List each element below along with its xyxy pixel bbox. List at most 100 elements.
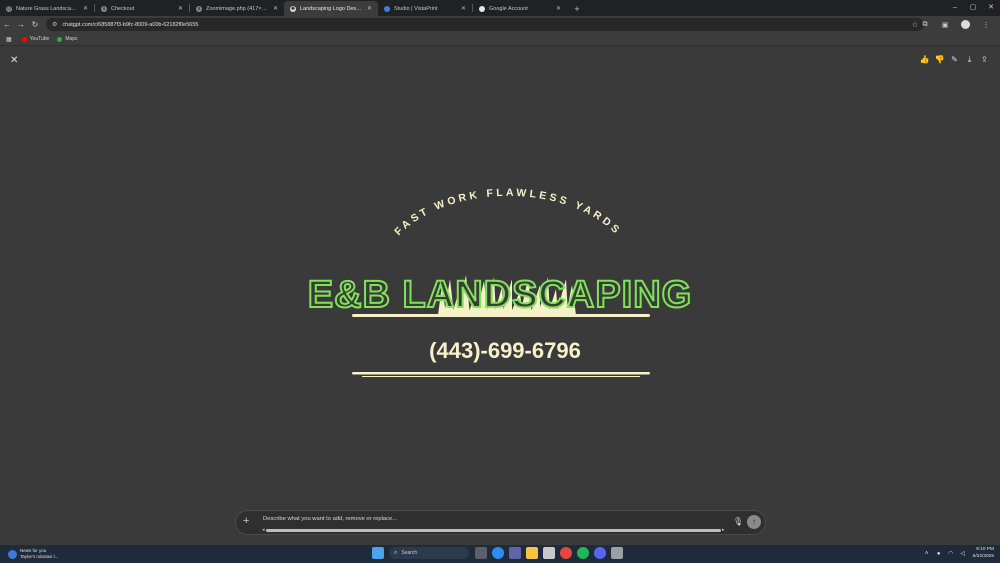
clock-date: 6/22/2025: [972, 553, 994, 559]
taskbar-apps: ⌕ Search: [372, 547, 628, 559]
download-icon[interactable]: ⤓: [962, 55, 977, 65]
taskbar-search[interactable]: ⌕ Search: [389, 547, 469, 559]
logo-phone-number: (443)-699-6796: [429, 338, 581, 363]
tab-vistaprint[interactable]: Studio | VistaPrint ✕: [378, 1, 472, 16]
news-widget[interactable]: News for you Taylor's robotaxi l...: [8, 548, 58, 560]
tab-title: Checkout: [111, 5, 135, 12]
bookmark-youtube[interactable]: YouTube: [21, 36, 50, 42]
tab-zoomimage[interactable]: a Zoomimage.php (417×471) ✕: [190, 1, 284, 16]
bookmark-maps[interactable]: Maps: [57, 36, 78, 42]
task-view-icon[interactable]: [475, 547, 487, 559]
app-icon[interactable]: [611, 547, 623, 559]
maximize-button[interactable]: ▢: [964, 0, 982, 16]
system-tray: ˄ ● ◠ ◁ 9:10 PM 6/22/2025: [921, 547, 994, 560]
generated-logo-image: FAST WORK FLAWLESS YARDS E&B LANDSCAPING…: [290, 187, 710, 377]
search-icon: ⌕: [394, 549, 398, 556]
spotify-icon[interactable]: [577, 547, 589, 559]
horizontal-scrollbar[interactable]: [266, 529, 721, 532]
news-icon: [8, 549, 17, 559]
tab-google-account[interactable]: Google Account ✕: [473, 1, 567, 16]
forward-button[interactable]: →: [14, 20, 28, 29]
logo-tagline: FAST WORK FLAWLESS YARDS: [392, 187, 623, 238]
window-controls: – ▢ ✕: [946, 0, 1000, 16]
reload-button[interactable]: ↻: [28, 20, 42, 29]
close-icon[interactable]: ✕: [178, 5, 183, 12]
url-text[interactable]: chatgpt.com/c/685887f3-b9fc-8009-a00b-62…: [62, 22, 911, 28]
bookmark-label: YouTube: [29, 36, 50, 42]
close-viewer-button[interactable]: ✕: [10, 55, 18, 66]
tray-app-icon[interactable]: ●: [933, 551, 945, 557]
close-icon[interactable]: ✕: [273, 5, 278, 12]
chatgpt-icon: ✺: [290, 5, 296, 12]
file-explorer-icon[interactable]: [526, 547, 538, 559]
lower-rule: [352, 372, 650, 375]
thumbs-up-icon[interactable]: 👍: [917, 55, 932, 65]
close-icon[interactable]: ✕: [556, 5, 561, 12]
viewer-actions: 👍 👎 ✎ ⤓ ⇪: [917, 55, 992, 65]
tab-title: Zoomimage.php (417×471): [206, 5, 269, 12]
close-icon[interactable]: ✕: [461, 5, 466, 12]
copilot-icon[interactable]: [492, 547, 504, 559]
d-icon: D: [6, 5, 12, 12]
close-icon[interactable]: ✕: [367, 5, 372, 12]
prompt-input[interactable]: Describe what you want to add, remove or…: [263, 516, 397, 522]
bookmark-label: Maps: [65, 36, 78, 42]
minimize-button[interactable]: –: [946, 0, 964, 16]
store-icon[interactable]: [543, 547, 555, 559]
side-panel-icon[interactable]: ▣: [935, 21, 955, 29]
chrome-icon[interactable]: [560, 547, 572, 559]
teams-icon[interactable]: [509, 547, 521, 559]
close-icon[interactable]: ✕: [83, 5, 88, 12]
windows-start-icon[interactable]: [372, 547, 384, 559]
avatar[interactable]: [961, 20, 970, 29]
search-label: Search: [401, 550, 418, 556]
tab-title: Studio | VistaPrint: [394, 5, 438, 12]
tab-checkout[interactable]: a Checkout ✕: [95, 1, 189, 16]
window-close-button[interactable]: ✕: [982, 0, 1000, 16]
tab-title: Google Account: [489, 5, 528, 12]
logo-tagline-text: FAST WORK FLAWLESS YARDS: [392, 187, 620, 238]
maps-icon: [57, 36, 63, 42]
volume-icon[interactable]: ◁: [957, 550, 969, 557]
edit-prompt-bar: + Describe what you want to add, remove …: [235, 510, 766, 535]
share-icon[interactable]: ⇪: [977, 55, 992, 65]
tab-title: Landscaping Logo Design: [300, 5, 363, 12]
scroll-right-icon[interactable]: ▸: [722, 527, 725, 533]
image-viewer: ✕ 👍 👎 ✎ ⤓ ⇪ FAST WORK FLAWLESS YARDS E&B…: [0, 47, 1000, 545]
new-tab-button[interactable]: +: [571, 1, 583, 16]
tab-title: Nature Grass Landscaping | De: [16, 5, 79, 12]
google-icon: [479, 5, 485, 12]
toolbar-actions: ⧉ ▣ ⋮: [915, 16, 996, 33]
browser-toolbar: ← → ↻ ⚙ chatgpt.com/c/685887f3-b9fc-8009…: [0, 16, 1000, 33]
menu-icon[interactable]: ⋮: [976, 21, 996, 29]
tab-strip: D Nature Grass Landscaping | De ✕ a Chec…: [0, 0, 1000, 16]
windows-taskbar: News for you Taylor's robotaxi l... ⌕ Se…: [0, 545, 1000, 563]
add-attachment-button[interactable]: +: [243, 515, 249, 527]
scroll-left-icon[interactable]: ◂: [262, 527, 265, 533]
address-bar[interactable]: ⚙ chatgpt.com/c/685887f3-b9fc-8009-a00b-…: [46, 18, 924, 31]
clock-time: 9:10 PM: [976, 547, 994, 552]
chevron-up-icon[interactable]: ˄: [921, 551, 933, 557]
news-subtitle: Taylor's robotaxi l...: [20, 554, 59, 559]
logo-brand-name: E&B LANDSCAPING: [307, 274, 693, 316]
apps-grid-icon[interactable]: ▦: [6, 36, 12, 43]
checkout-icon: a: [101, 5, 107, 12]
tab-nature-grass[interactable]: D Nature Grass Landscaping | De ✕: [0, 1, 94, 16]
wifi-icon[interactable]: ◠: [945, 550, 957, 557]
extensions-icon[interactable]: ⧉: [915, 21, 935, 29]
microphone-button[interactable]: 🎙: [733, 517, 743, 526]
thumbs-down-icon[interactable]: 👎: [932, 55, 947, 65]
edit-brush-icon[interactable]: ✎: [947, 55, 962, 65]
youtube-icon: [21, 36, 27, 42]
page-icon: a: [196, 5, 202, 12]
send-button[interactable]: ↑: [747, 515, 761, 529]
lower-rule-thin: [362, 376, 640, 377]
screen: D Nature Grass Landscaping | De ✕ a Chec…: [0, 0, 1000, 563]
site-info-icon[interactable]: ⚙: [52, 21, 57, 28]
vistaprint-icon: [384, 5, 390, 12]
tab-landscaping-logo[interactable]: ✺ Landscaping Logo Design ✕: [284, 1, 378, 16]
bookmarks-bar: ▦ YouTube Maps: [0, 33, 1000, 46]
discord-icon[interactable]: [594, 547, 606, 559]
back-button[interactable]: ←: [0, 20, 14, 29]
clock[interactable]: 9:10 PM 6/22/2025: [973, 547, 994, 560]
